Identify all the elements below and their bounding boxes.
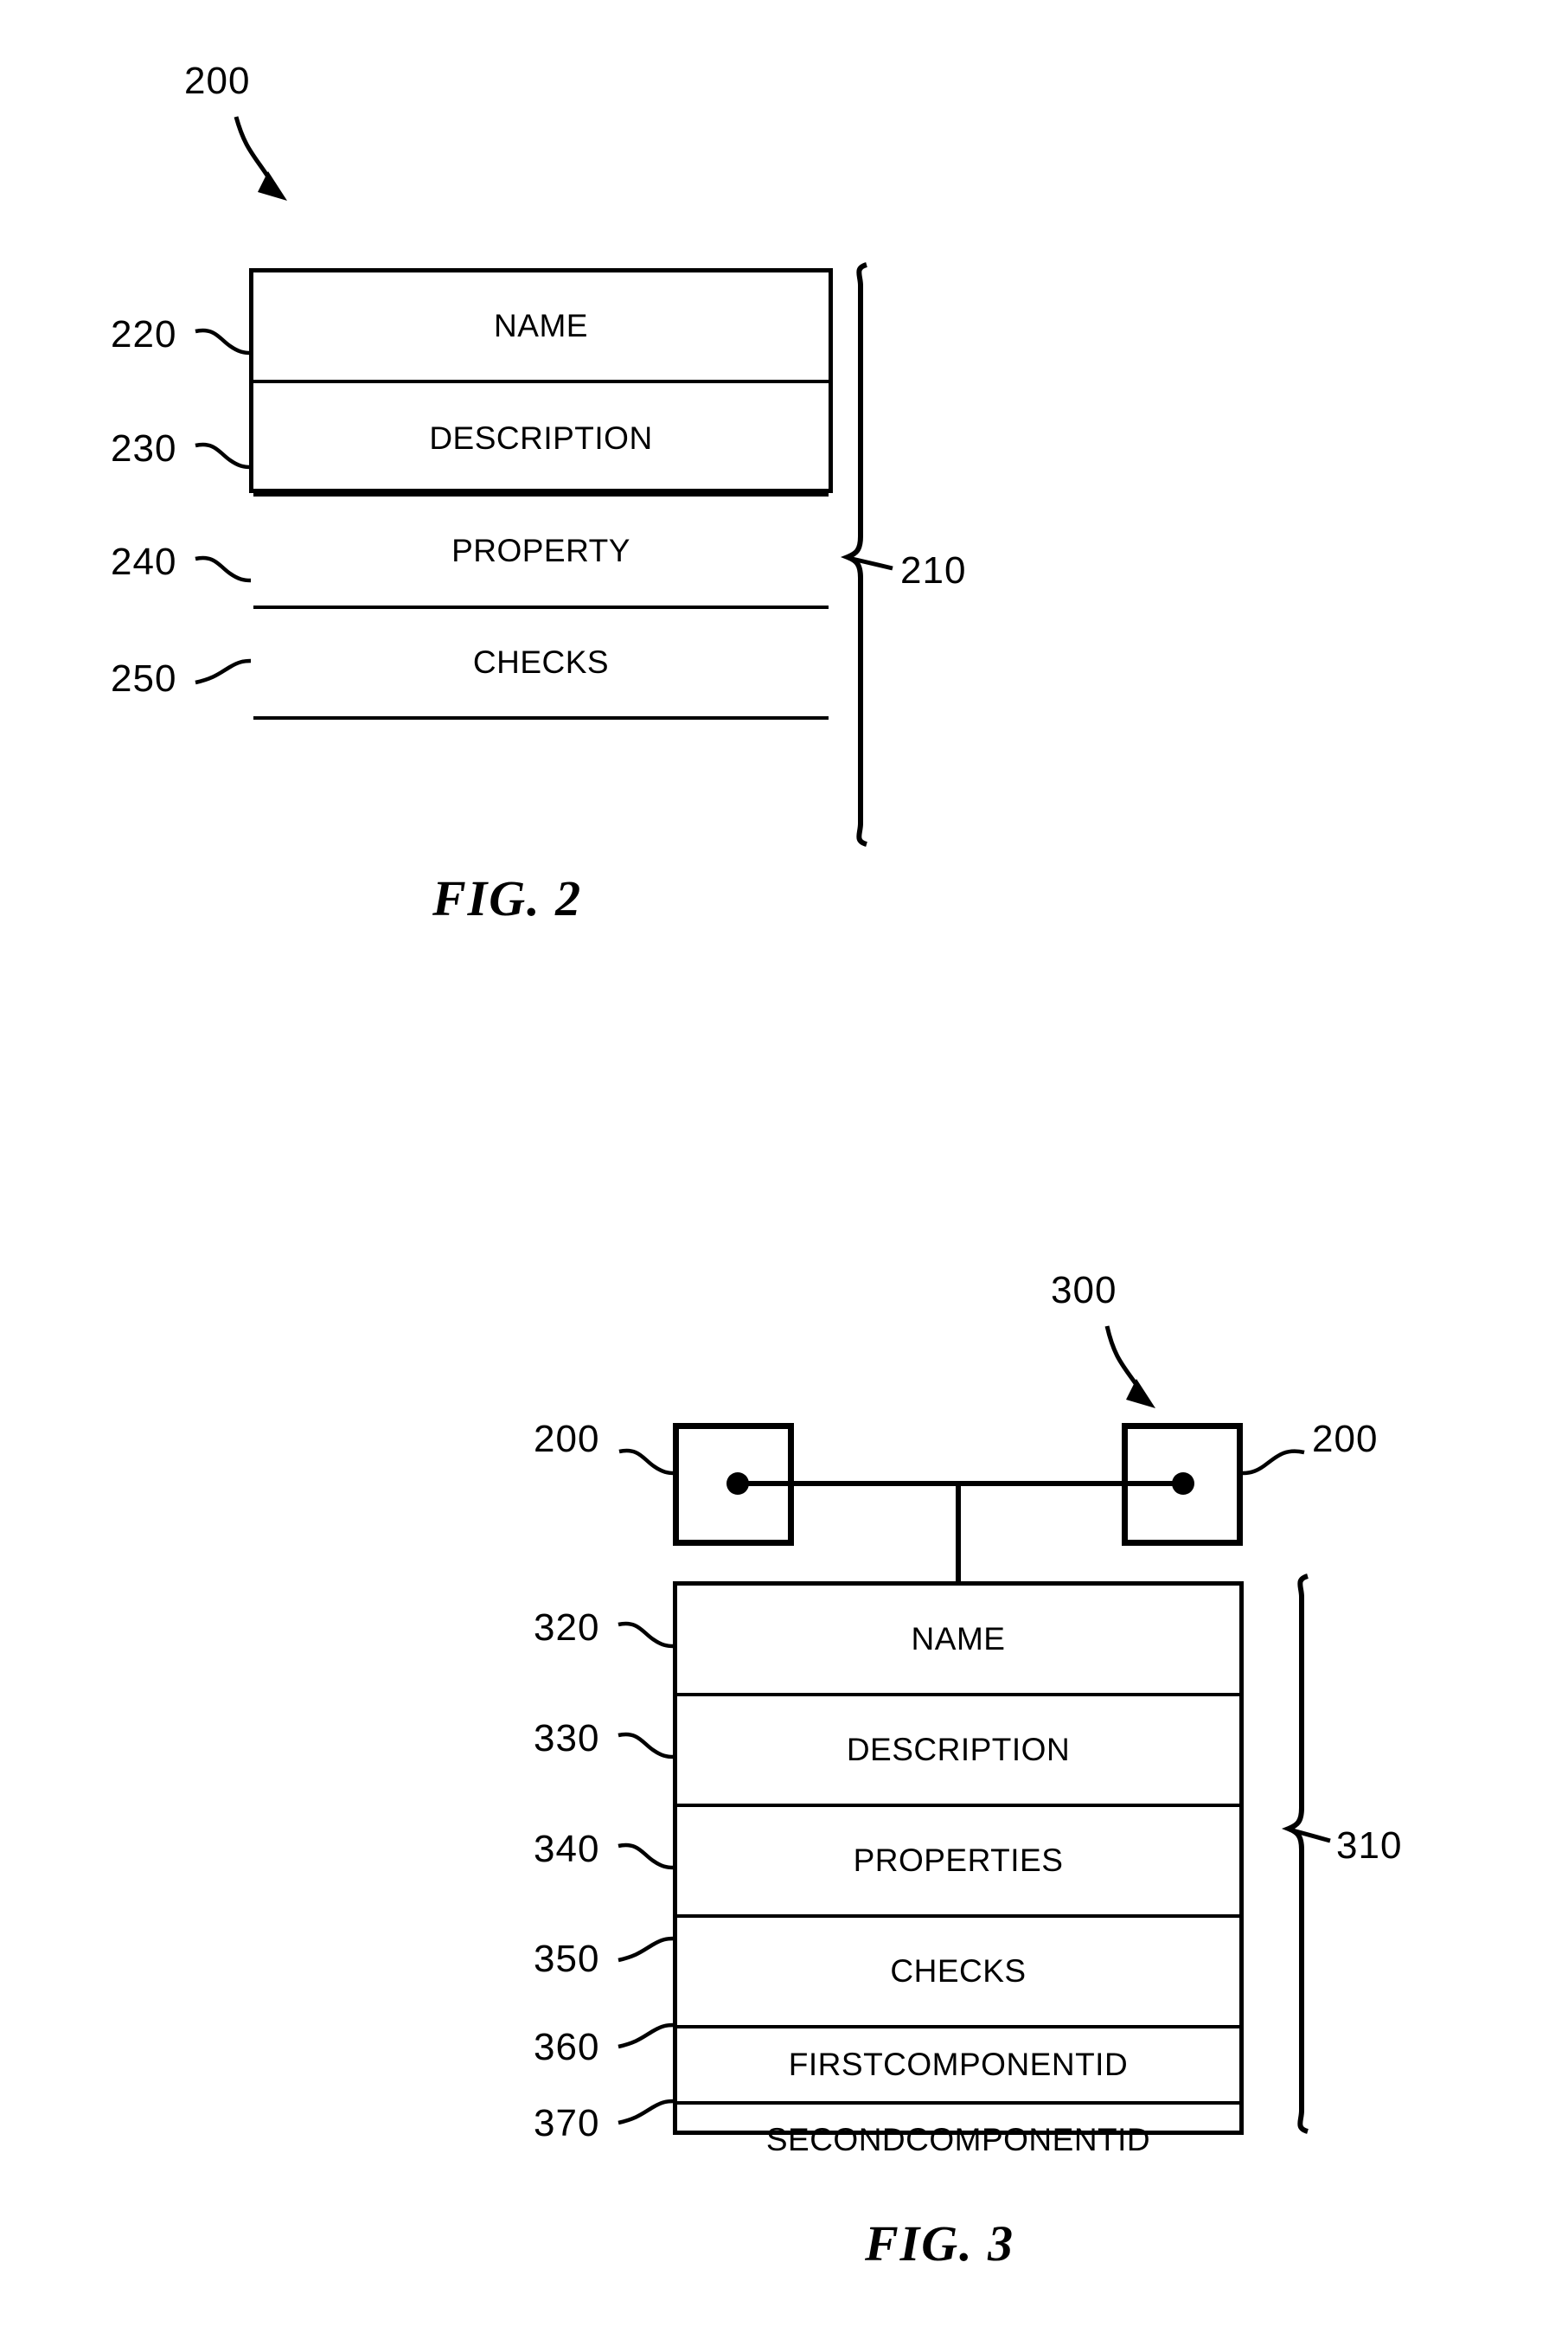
fig3-leader-component-left: [618, 1448, 675, 1476]
record-row: NAME: [253, 272, 829, 383]
record-row-label: NAME: [911, 1621, 1006, 1657]
record-row-label: DESCRIPTION: [846, 1732, 1071, 1767]
fig3-assembly-leader-line: [1104, 1325, 1146, 1396]
record-row-label: FIRSTCOMPONENTID: [788, 2047, 1129, 2082]
fig3-caption: FIG. 3: [865, 2215, 1015, 2272]
fig2-leader-230: [195, 442, 252, 470]
record-row-label: NAME: [494, 308, 588, 343]
fig3-leader-360: [618, 2022, 675, 2049]
record-row-label: SECONDCOMPONENTID: [765, 2122, 1151, 2157]
fig3-row-ref-360: 360: [534, 2026, 600, 2068]
record-row: DESCRIPTION: [253, 383, 829, 497]
fig2-caption: FIG. 2: [432, 870, 583, 926]
fig2-row-ref-240: 240: [111, 541, 177, 583]
fig2-row-ref-250: 250: [111, 657, 177, 700]
fig3-component-ref-left-200: 200: [534, 1418, 600, 1460]
fig2-bracket-210: [840, 262, 868, 847]
fig2-record-box: NAME DESCRIPTION PROPERTY CHECKS: [249, 268, 833, 720]
fig2-assembly-leader-line: [234, 116, 278, 189]
record-row: PROPERTIES: [677, 1807, 1239, 1918]
fig3-row-ref-350: 350: [534, 1938, 600, 1980]
patent-drawing-sheet: 200 NAME DESCRIPTION PROPERTY CHECKS 220 23…: [0, 0, 1568, 2352]
fig2-leader-220: [195, 328, 252, 356]
fig3-bracket-310: [1281, 1573, 1309, 2134]
fig2-row-ref-220: 220: [111, 313, 177, 356]
fig3-leader-370: [618, 2099, 675, 2125]
fig3-leader-320: [618, 1621, 675, 1649]
fig3-row-ref-320: 320: [534, 1606, 600, 1649]
fig2-leader-240: [195, 555, 252, 583]
record-row: [253, 720, 829, 808]
fig2-bracket-210-tip: [848, 555, 893, 571]
fig3-leader-340: [618, 1843, 675, 1870]
record-row: DESCRIPTION: [677, 1696, 1239, 1807]
fig3-component-ref-right-200: 200: [1312, 1418, 1379, 1460]
fig3-bracket-ref-310: 310: [1336, 1824, 1403, 1867]
record-row: CHECKS: [677, 1918, 1239, 2028]
fig3-assembly-ref-300: 300: [1051, 1269, 1117, 1311]
record-row: PROPERTY: [253, 497, 829, 609]
fig3-row-ref-370: 370: [534, 2102, 600, 2144]
fig2-assembly-ref-200: 200: [184, 60, 251, 102]
record-row-label: CHECKS: [472, 644, 610, 680]
fig3-row-ref-330: 330: [534, 1717, 600, 1759]
fig2-assembly-arrowhead: [258, 171, 287, 201]
record-row: CHECKS: [253, 609, 829, 720]
fig2-leader-250: [195, 658, 252, 685]
record-row-label: PROPERTIES: [853, 1843, 1064, 1878]
fig2-bracket-ref-210: 210: [900, 549, 967, 592]
record-row: NAME: [677, 1586, 1239, 1696]
record-row-label: CHECKS: [890, 1953, 1027, 1989]
fig3-leader-350: [618, 1936, 675, 1963]
fig2-row-ref-230: 230: [111, 427, 177, 470]
fig3-leader-component-right: [1242, 1449, 1305, 1476]
record-row-label: PROPERTY: [451, 533, 630, 568]
fig3-connector-vertical: [956, 1481, 961, 1585]
fig3-bracket-310-tip: [1289, 1827, 1331, 1843]
record-row-label: DESCRIPTION: [429, 420, 653, 456]
record-row: FIRSTCOMPONENTID: [677, 2028, 1239, 2105]
record-row: SECONDCOMPONENTID: [677, 2105, 1239, 2176]
fig3-assembly-arrowhead: [1126, 1379, 1155, 1408]
fig3-record-box: NAME DESCRIPTION PROPERTIES CHECKS FIRSTCOMP…: [673, 1581, 1244, 2157]
fig3-leader-330: [618, 1732, 675, 1759]
fig3-row-ref-340: 340: [534, 1828, 600, 1870]
